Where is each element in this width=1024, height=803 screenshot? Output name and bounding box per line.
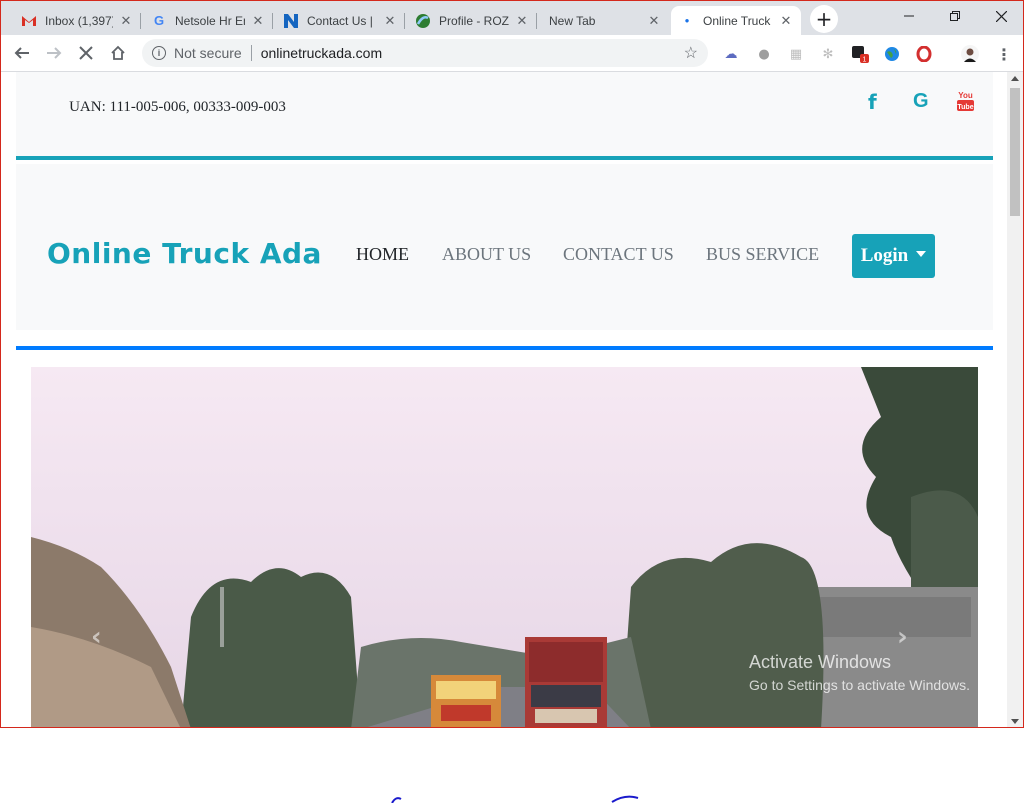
close-tab-icon[interactable]: ✕ — [647, 13, 661, 29]
scroll-thumb[interactable] — [1010, 88, 1020, 216]
close-tab-icon[interactable]: ✕ — [251, 13, 265, 29]
site-brand[interactable]: Online Truck Ada — [47, 237, 322, 270]
login-label: Login — [860, 245, 909, 266]
carousel-prev-icon[interactable]: ‹ — [91, 622, 102, 652]
tab-title: Profile - ROZEE — [439, 13, 509, 28]
vertical-scrollbar[interactable] — [1007, 72, 1023, 727]
browser-toolbar: i Not secure onlinetruckada.com ☆ ☁ ● ▦ … — [1, 35, 1023, 72]
tab-new[interactable]: New Tab ✕ — [539, 6, 669, 35]
tab-strip: Inbox (1,397) ✕ G Netsole Hr Email ✕ Con… — [1, 1, 1023, 35]
tab-title: Online Truck Ada — [703, 13, 773, 28]
pen-scribble — [391, 795, 639, 803]
tab-title: Contact Us | — [307, 13, 373, 28]
tab-title: New Tab — [549, 13, 596, 28]
divider-line — [16, 346, 993, 350]
svg-text:Tube: Tube — [957, 104, 973, 111]
forward-icon[interactable] — [41, 40, 67, 66]
youtube-icon[interactable]: You Tube — [957, 89, 974, 113]
back-icon[interactable] — [9, 40, 35, 66]
tab-title: Inbox (1,397) — [45, 13, 113, 28]
rozee-icon — [415, 13, 431, 29]
tab-rozee[interactable]: Profile - ROZEE ✕ — [407, 6, 537, 35]
facebook-icon[interactable]: f — [868, 90, 877, 114]
close-tab-icon[interactable]: ✕ — [119, 13, 133, 29]
nav-home[interactable]: HOME — [356, 244, 409, 265]
close-tab-icon[interactable]: ✕ — [779, 13, 793, 29]
page-viewport:  UAN: 111-005-006, 00333-009-003 f G Yo… — [1, 72, 1007, 727]
nav-about-us[interactable]: ABOUT US — [442, 244, 531, 265]
close-tab-icon[interactable]: ✕ — [515, 13, 529, 29]
scroll-down-icon[interactable] — [1011, 719, 1019, 724]
google-icon: G — [153, 13, 165, 28]
earth-extension-icon[interactable] — [883, 45, 901, 63]
react-extension-icon[interactable]: ✻ — [819, 45, 837, 63]
menu-kebab-icon[interactable]: ⋮ — [995, 45, 1013, 64]
close-window-button[interactable] — [978, 1, 1023, 31]
svg-text:You: You — [958, 91, 973, 100]
browser-window: Inbox (1,397) ✕ G Netsole Hr Email ✕ Con… — [0, 0, 1024, 728]
tab-title: Netsole Hr Email — [175, 13, 245, 28]
home-icon[interactable] — [105, 40, 131, 66]
notification-extension-icon[interactable]: 1 — [851, 45, 869, 63]
close-tab-icon[interactable]: ✕ — [383, 13, 397, 29]
restore-button[interactable] — [932, 1, 978, 31]
address-bar[interactable]: i Not secure onlinetruckada.com ☆ — [142, 39, 708, 67]
tab-online-truck-ada[interactable]: ● Online Truck Ada ✕ — [671, 6, 801, 35]
login-dropdown-button[interactable]: Login — [852, 234, 935, 278]
nav-bus-service[interactable]: BUS SERVICE — [706, 244, 819, 265]
globe-extension-icon[interactable]: ● — [755, 45, 773, 63]
site-navbar: Online Truck Ada HOME ABOUT US CONTACT U… — [16, 164, 993, 330]
n-logo-icon — [283, 13, 299, 29]
info-icon[interactable]: i — [152, 46, 166, 60]
carousel-next-icon[interactable]: › — [897, 622, 908, 652]
phone-icon:  — [56, 100, 65, 114]
address-divider — [250, 45, 252, 61]
security-label: Not secure — [174, 45, 242, 61]
tab-contact[interactable]: Contact Us | ✕ — [275, 6, 405, 35]
uan-text: UAN: 111-005-006, 00333-009-003 — [56, 99, 286, 115]
cloud-extension-icon[interactable]: ☁ — [722, 45, 740, 63]
watermark-subtitle: Go to Settings to activate Windows. — [749, 677, 970, 693]
minimize-button[interactable] — [886, 1, 932, 31]
caret-down-icon — [916, 251, 927, 257]
windows-activation-watermark: Activate Windows Go to Settings to activ… — [749, 652, 970, 693]
loading-icon: ● — [684, 16, 690, 25]
opera-extension-icon[interactable] — [915, 45, 933, 63]
grid-extension-icon[interactable]: ▦ — [787, 45, 805, 63]
uan-phone:  UAN: 111-005-006, 00333-009-003 — [56, 99, 286, 116]
stop-loading-icon[interactable] — [73, 40, 99, 66]
nav-contact-us[interactable]: CONTACT US — [563, 244, 674, 265]
profile-avatar-icon[interactable] — [961, 45, 979, 63]
new-tab-button[interactable]: + — [810, 5, 838, 33]
watermark-title: Activate Windows — [749, 652, 892, 672]
google-plus-icon[interactable]: G — [913, 90, 929, 113]
tab-netsole[interactable]: G Netsole Hr Email ✕ — [143, 6, 273, 35]
svg-text:1: 1 — [863, 57, 867, 64]
tab-gmail[interactable]: Inbox (1,397) ✕ — [13, 6, 141, 35]
top-contact-bar:  UAN: 111-005-006, 00333-009-003 f G Yo… — [16, 72, 993, 160]
url-text[interactable]: onlinetruckada.com — [261, 45, 382, 61]
bookmark-star-icon[interactable]: ☆ — [684, 43, 698, 63]
scroll-up-icon[interactable] — [1011, 76, 1019, 81]
gmail-icon — [21, 13, 37, 29]
